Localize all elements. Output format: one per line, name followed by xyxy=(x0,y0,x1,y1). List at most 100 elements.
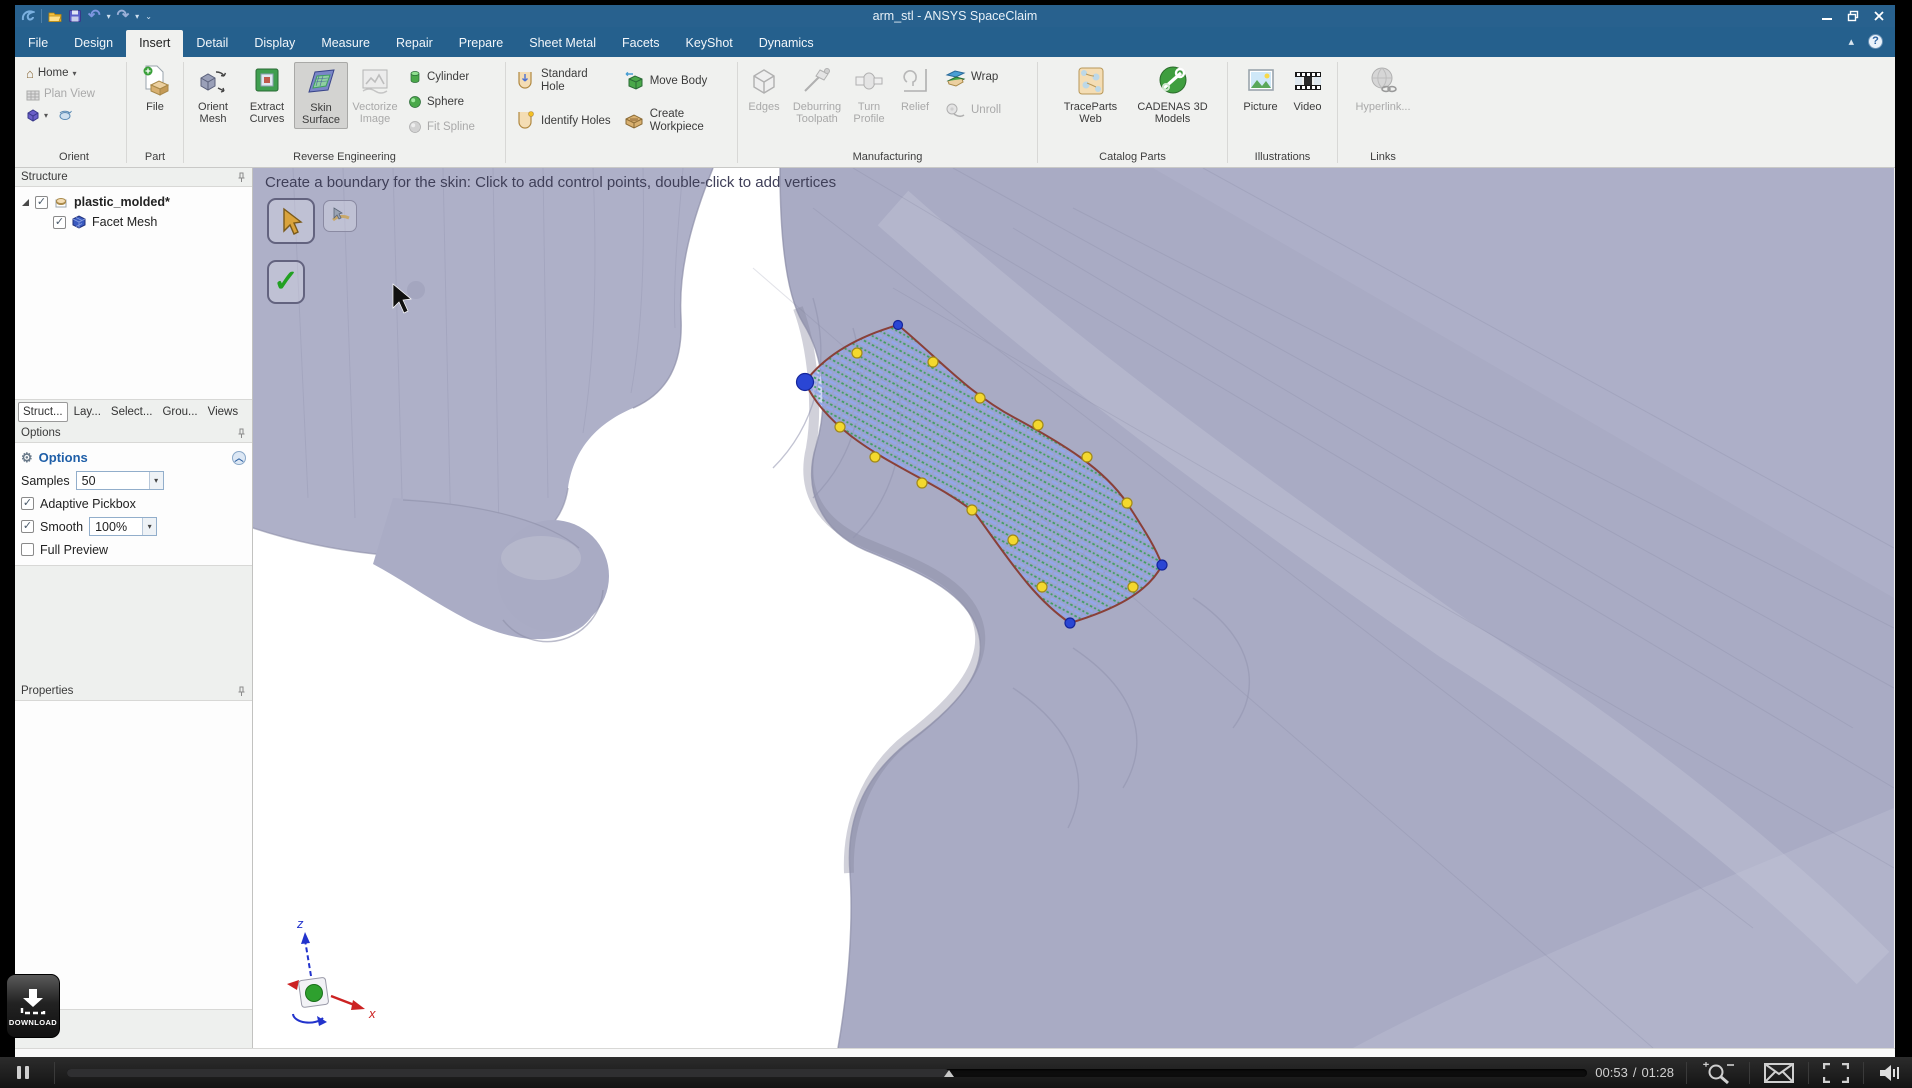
zoom-button[interactable] xyxy=(1695,1061,1741,1085)
deburring-toolpath-button[interactable]: Deburring Toolpath xyxy=(788,62,846,127)
hyperlink-label: Hyperlink... xyxy=(1355,101,1411,113)
save-icon[interactable] xyxy=(68,9,82,23)
visibility-checkbox-root[interactable]: ✓ xyxy=(35,195,48,209)
hyperlink-button[interactable]: Hyperlink... xyxy=(1347,62,1419,115)
email-button[interactable] xyxy=(1758,1062,1800,1083)
timeline[interactable] xyxy=(63,1057,1591,1088)
chevron-down-icon[interactable]: ▾ xyxy=(142,518,157,535)
fit-spline-button[interactable]: Fit Spline xyxy=(408,116,475,137)
extract-curves-button[interactable]: Extract Curves xyxy=(240,62,294,127)
full-preview-checkbox[interactable] xyxy=(21,543,34,556)
spaceclaim-logo-icon xyxy=(21,10,35,21)
horizontal-scrollbar[interactable] xyxy=(15,1048,1895,1057)
tab-groups[interactable]: Grou... xyxy=(158,403,201,421)
orient-mesh-label: Orient Mesh xyxy=(198,101,228,126)
undo-icon[interactable]: ↶ xyxy=(88,8,101,23)
tab-dynamics[interactable]: Dynamics xyxy=(746,30,827,57)
tab-repair[interactable]: Repair xyxy=(383,30,446,57)
undo-dropdown-icon[interactable]: ▾ xyxy=(107,12,111,21)
tree-item-facet-mesh-row[interactable]: ✓ Facet Mesh xyxy=(15,212,252,232)
tab-views[interactable]: Views xyxy=(204,403,242,421)
tab-layers[interactable]: Lay... xyxy=(70,403,105,421)
extract-curves-label: Extract Curves xyxy=(249,101,285,126)
skin-surface-button[interactable]: Skin Surface xyxy=(294,62,348,130)
plan-view-button[interactable]: Plan View xyxy=(26,85,95,103)
vectorize-image-button[interactable]: Vectorize Image xyxy=(348,62,402,127)
boundary-tool-button[interactable] xyxy=(323,200,357,232)
ribbon-group-manufacturing: Edges Deburring Toolpath Turn Profile Re… xyxy=(740,59,1035,167)
tab-structure[interactable]: Struct... xyxy=(18,402,68,422)
smooth-checkbox[interactable]: ✓ xyxy=(21,520,34,533)
pin-icon[interactable] xyxy=(237,428,246,439)
tree-item-root-row[interactable]: ✓ plastic_molded* xyxy=(15,192,252,212)
tree-item-root-label[interactable]: plastic_molded* xyxy=(74,195,170,209)
tab-keyshot[interactable]: KeyShot xyxy=(673,30,746,57)
tree-item-facet-mesh-label[interactable]: Facet Mesh xyxy=(92,215,157,229)
orient-mesh-button[interactable]: Orient Mesh xyxy=(186,62,240,127)
chevron-down-icon[interactable]: ▾ xyxy=(73,69,77,78)
cylinder-button[interactable]: Cylinder xyxy=(408,66,475,87)
tab-measure[interactable]: Measure xyxy=(308,30,383,57)
unroll-button[interactable]: Unroll xyxy=(944,99,1001,120)
tab-insert[interactable]: Insert xyxy=(126,30,184,57)
tab-file[interactable]: File xyxy=(15,30,61,57)
chevron-down-icon[interactable]: ▾ xyxy=(44,111,48,120)
collapse-options-icon[interactable]: ︿ xyxy=(232,450,246,465)
chevron-down-icon[interactable]: ▾ xyxy=(148,472,163,489)
help-icon[interactable]: ? xyxy=(1868,34,1883,49)
move-body-button[interactable]: Move Body xyxy=(623,66,712,96)
create-workpiece-button[interactable]: Create Workpiece xyxy=(623,106,712,136)
close-icon[interactable] xyxy=(1873,10,1885,22)
tab-facets[interactable]: Facets xyxy=(609,30,673,57)
timeline-playhead[interactable] xyxy=(944,1070,955,1077)
smooth-label: Smooth xyxy=(40,519,84,534)
tab-detail[interactable]: Detail xyxy=(183,30,241,57)
tree-expander-icon[interactable] xyxy=(21,198,30,207)
wrap-button[interactable]: Wrap xyxy=(944,66,1001,87)
qat-customize-icon[interactable]: ⌄ xyxy=(145,12,152,21)
turn-profile-button[interactable]: Turn Profile xyxy=(846,62,892,127)
pause-button[interactable] xyxy=(0,1057,46,1088)
spin-view-icon[interactable] xyxy=(58,108,72,122)
identify-holes-button[interactable]: Identify Holes xyxy=(514,106,611,136)
redo-dropdown-icon[interactable]: ▾ xyxy=(135,12,139,21)
relief-button[interactable]: Relief xyxy=(892,62,938,115)
pin-icon[interactable] xyxy=(237,172,246,183)
samples-value: 50 xyxy=(81,473,96,488)
tab-design[interactable]: Design xyxy=(61,30,126,57)
standard-hole-button[interactable]: Standard Hole xyxy=(514,66,611,96)
traceparts-web-button[interactable]: TraceParts Web xyxy=(1055,62,1127,127)
design-viewport[interactable]: z x Create a boundary for the skin: Clic… xyxy=(253,168,1894,1048)
timeline-track[interactable] xyxy=(67,1069,1588,1077)
cadenas-3d-models-button[interactable]: CADENAS 3D Models xyxy=(1135,62,1211,127)
tab-sheet-metal[interactable]: Sheet Metal xyxy=(516,30,609,57)
tab-prepare[interactable]: Prepare xyxy=(446,30,516,57)
home-view-button[interactable]: ⌂ Home ▾ xyxy=(26,64,95,82)
minimize-button[interactable] xyxy=(1821,10,1833,22)
edges-button[interactable]: Edges xyxy=(740,62,788,115)
sphere-button[interactable]: Sphere xyxy=(408,91,475,112)
insert-video-button[interactable]: Video xyxy=(1286,62,1330,115)
redo-icon[interactable]: ↷ xyxy=(117,8,130,23)
picture-button[interactable]: Picture xyxy=(1236,62,1286,115)
smooth-dropdown[interactable]: 100% ▾ xyxy=(89,517,158,536)
plan-view-icon xyxy=(26,90,40,101)
samples-dropdown[interactable]: 50 ▾ xyxy=(75,471,164,490)
adaptive-pickbox-checkbox[interactable]: ✓ xyxy=(21,497,34,510)
download-button[interactable]: DOWNLOAD xyxy=(6,974,60,1038)
fullscreen-button[interactable] xyxy=(1817,1062,1855,1083)
volume-button[interactable] xyxy=(1872,1063,1912,1083)
tab-display[interactable]: Display xyxy=(241,30,308,57)
restore-button[interactable] xyxy=(1847,10,1859,22)
complete-button[interactable]: ✓ xyxy=(267,260,305,304)
tab-selection[interactable]: Select... xyxy=(107,403,157,421)
open-file-icon[interactable] xyxy=(48,9,62,23)
pin-icon[interactable] xyxy=(237,686,246,697)
collapse-ribbon-icon[interactable]: ▴ xyxy=(1848,35,1854,48)
view-cube-icon[interactable] xyxy=(26,108,40,122)
visibility-checkbox-mesh[interactable]: ✓ xyxy=(53,215,66,229)
qat-separator xyxy=(41,9,42,23)
select-tool-button[interactable] xyxy=(267,198,315,244)
controls-divider xyxy=(1686,1061,1687,1084)
insert-file-button[interactable]: File xyxy=(129,62,181,115)
